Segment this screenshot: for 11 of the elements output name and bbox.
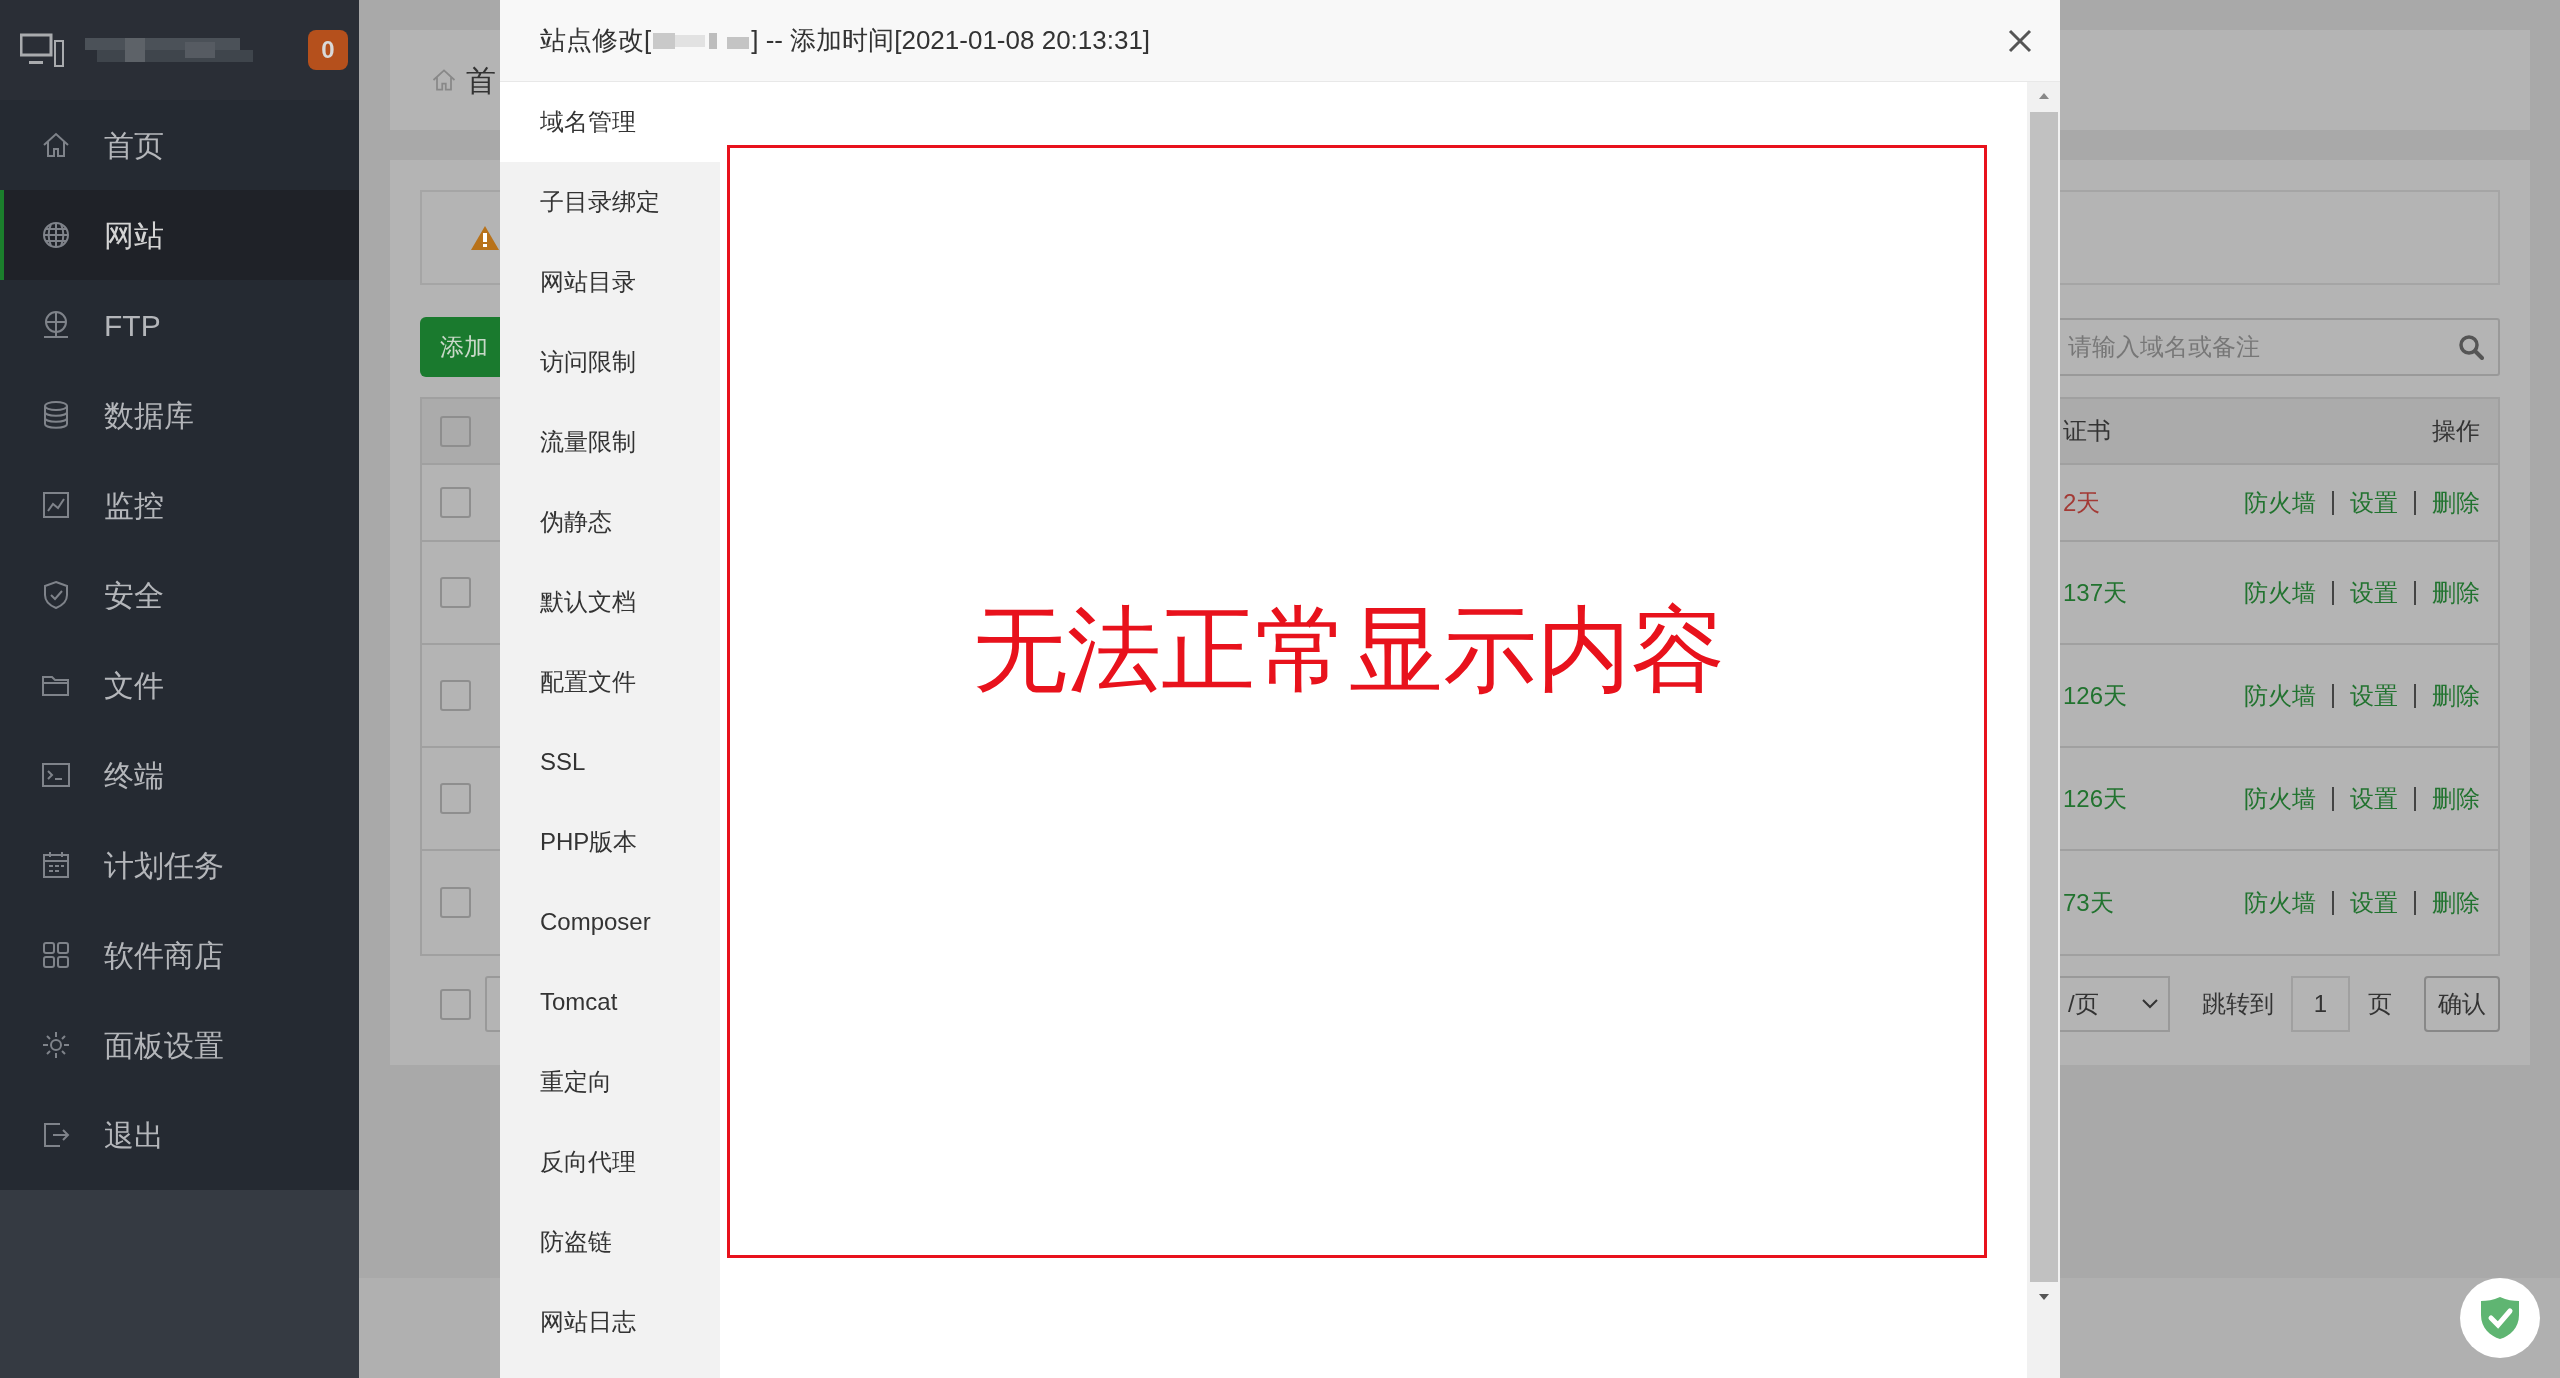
error-message: 无法正常显示内容 xyxy=(973,603,1725,697)
page-unit-label: 页 xyxy=(2368,989,2392,1019)
cert-expiry-text: 2天 xyxy=(2063,487,2101,518)
cert-expiry-text: 126天 xyxy=(2063,680,2128,711)
modal-title: 站点修改[ ] -- 添加时间[2021-01-08 20:13:31] xyxy=(540,24,1151,57)
cert-expiry-text: 126天 xyxy=(2063,783,2128,814)
column-header: 操作 xyxy=(2432,416,2480,446)
cert-expiry-text: 73天 xyxy=(2063,887,2114,918)
column-header: 证书 xyxy=(2063,416,2111,446)
cert-expiry-text: 137天 xyxy=(2063,577,2128,608)
jump-label: 跳转到 xyxy=(2202,989,2274,1019)
